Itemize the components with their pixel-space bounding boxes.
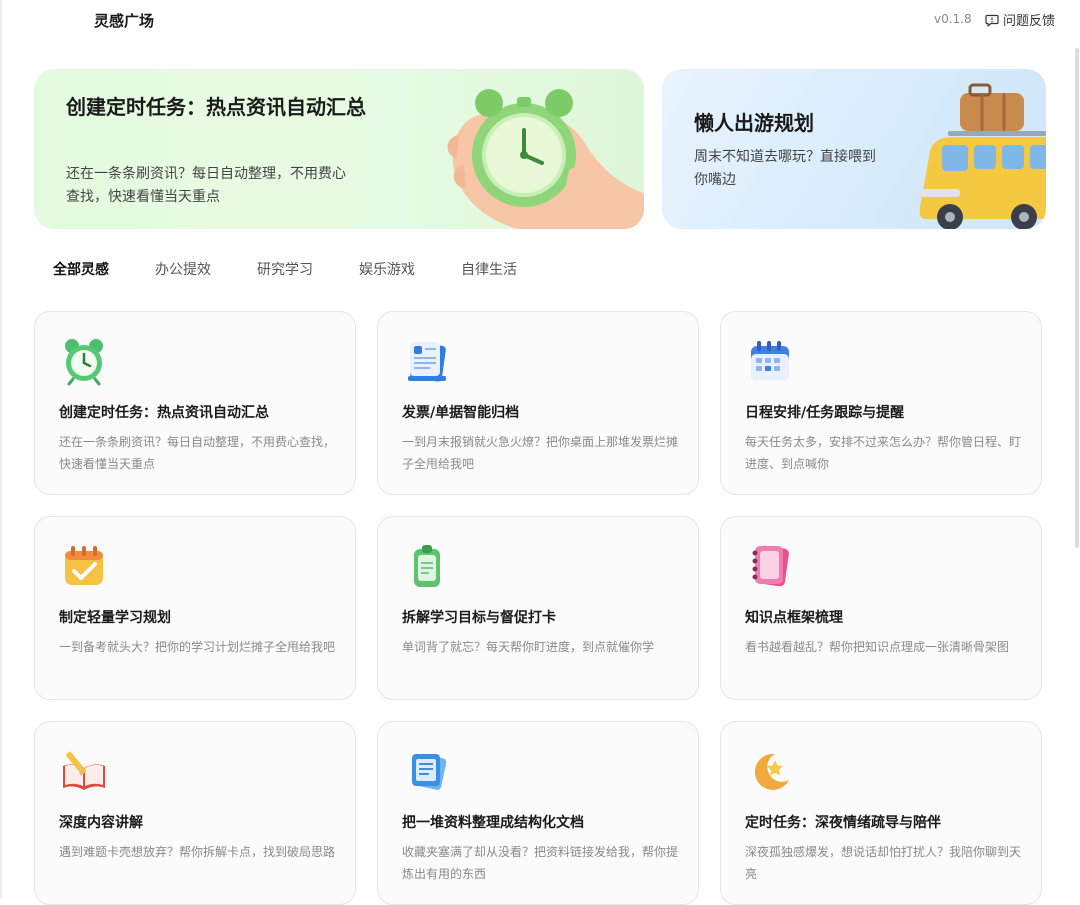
- card-description: 深夜孤独感爆发，想说话却怕打扰人？我陪你聊到天亮: [745, 845, 1022, 881]
- card-title: 拆解学习目标与督促打卡: [402, 610, 556, 626]
- version-label: v0.1.8: [934, 12, 972, 26]
- card-description: 一到备考就头大？把你的学习计划烂摊子全甩给我吧: [59, 640, 336, 654]
- card-description: 看书越看越乱？帮你把知识点理成一张清晰骨架图: [745, 640, 1010, 654]
- card-night-companion[interactable]: 定时任务：深夜情绪疏导与陪伴 深夜孤独感爆发，想说话却怕打扰人？我陪你聊到天亮: [720, 721, 1042, 905]
- card-title: 知识点框架梳理: [745, 610, 843, 626]
- page-title: 灵感广场: [94, 12, 155, 30]
- chat-bubble-icon: [985, 14, 999, 27]
- feedback-button[interactable]: 问题反馈: [985, 10, 1055, 29]
- card-title: 制定轻量学习规划: [59, 610, 171, 626]
- planner-check-icon: [65, 546, 103, 585]
- notebook-icon: [752, 545, 789, 587]
- card-invoice-archive[interactable]: 发票/单据智能归档 一到月末报销就火急火燎？把你桌面上那堆发票烂摊子全甩给我吧: [377, 311, 699, 495]
- card-title: 创建定时任务：热点资讯自动汇总: [59, 405, 269, 421]
- stacked-documents-icon: [412, 754, 447, 790]
- card-study-goals[interactable]: 拆解学习目标与督促打卡 单词背了就忘？每天帮你盯进度，到点就催你学: [377, 516, 699, 700]
- alarm-clock-icon: [65, 339, 103, 386]
- open-book-pencil-icon: [63, 751, 105, 790]
- card-description: 一到月末报销就火急火燎？把你桌面上那堆发票烂摊子全甩给我吧: [402, 435, 679, 471]
- card-deep-explanation[interactable]: 深度内容讲解 遇到难题卡壳想放弃？帮你拆解卡点，找到破局思路: [34, 721, 356, 905]
- window-left-border: [0, 0, 2, 899]
- scrollbar[interactable]: [1075, 48, 1079, 548]
- card-title: 深度内容讲解: [59, 815, 143, 831]
- card-title: 发票/单据智能归档: [402, 405, 520, 421]
- feedback-label: 问题反馈: [1003, 14, 1056, 29]
- card-title: 日程安排/任务跟踪与提醒: [745, 405, 905, 421]
- card-knowledge-framework[interactable]: 知识点框架梳理 看书越看越乱？帮你把知识点理成一张清晰骨架图: [720, 516, 1042, 700]
- invoice-document-icon: [408, 342, 446, 382]
- card-structured-docs[interactable]: 把一堆资料整理成结构化文档 收藏夹塞满了却从没看？把资料链接发给我，帮你提炼出有…: [377, 721, 699, 905]
- moon-star-icon: [754, 753, 789, 790]
- category-tabs: 全部灵感 办公提效 研究学习 娱乐游戏 自律生活: [53, 260, 517, 280]
- card-title: 定时任务：深夜情绪疏导与陪伴: [745, 815, 941, 831]
- card-schedule-tracking[interactable]: 日程安排/任务跟踪与提醒 每天任务太多，安排不过来怎么办？帮你管日程、盯进度、到…: [720, 311, 1042, 495]
- card-study-plan[interactable]: 制定轻量学习规划 一到备考就头大？把你的学习计划烂摊子全甩给我吧: [34, 516, 356, 700]
- tab-entertainment[interactable]: 娱乐游戏: [359, 260, 415, 280]
- top-bar: 灵感广场 v0.1.8 问题反馈: [0, 0, 1080, 40]
- tab-study[interactable]: 研究学习: [257, 260, 313, 280]
- card-description: 收藏夹塞满了却从没看？把资料链接发给我，帮你提炼出有用的东西: [402, 845, 679, 881]
- card-description: 还在一条条刷资讯？每日自动整理，不用费心查找，快速看懂当天重点: [59, 435, 336, 471]
- calendar-icon: [751, 341, 789, 380]
- banner-news-summary[interactable]: 创建定时任务：热点资讯自动汇总 还在一条条刷资讯？每日自动整理，不用费心查找，快…: [34, 69, 644, 229]
- card-title: 把一堆资料整理成结构化文档: [402, 815, 584, 831]
- card-description: 单词背了就忘？每天帮你盯进度，到点就催你学: [402, 640, 655, 654]
- card-description: 遇到难题卡壳想放弃？帮你拆解卡点，找到破局思路: [59, 845, 336, 859]
- tab-office[interactable]: 办公提效: [155, 260, 211, 280]
- banner-title: 创建定时任务：热点资讯自动汇总: [66, 95, 366, 119]
- card-description: 每天任务太多，安排不过来怎么办？帮你管日程、盯进度、到点喊你: [745, 435, 1022, 471]
- card-news-summary[interactable]: 创建定时任务：热点资讯自动汇总 还在一条条刷资讯？每日自动整理，不用费心查找，快…: [34, 311, 356, 495]
- banner-description: 周末不知道去哪玩？直接喂到你嘴边: [694, 149, 876, 188]
- banner-title: 懒人出游规划: [694, 111, 814, 135]
- alarm-clock-in-hand-illustration: [447, 89, 644, 229]
- banner-travel-plan[interactable]: 懒人出游规划 周末不知道去哪玩？直接喂到你嘴边: [662, 69, 1046, 229]
- clipboard-icon: [414, 545, 440, 587]
- banner-description: 还在一条条刷资讯？每日自动整理，不用费心查找，快速看懂当天重点: [66, 166, 346, 205]
- tab-all[interactable]: 全部灵感: [53, 260, 109, 280]
- tab-self-discipline[interactable]: 自律生活: [461, 260, 517, 280]
- yellow-van-illustration: [919, 83, 1046, 229]
